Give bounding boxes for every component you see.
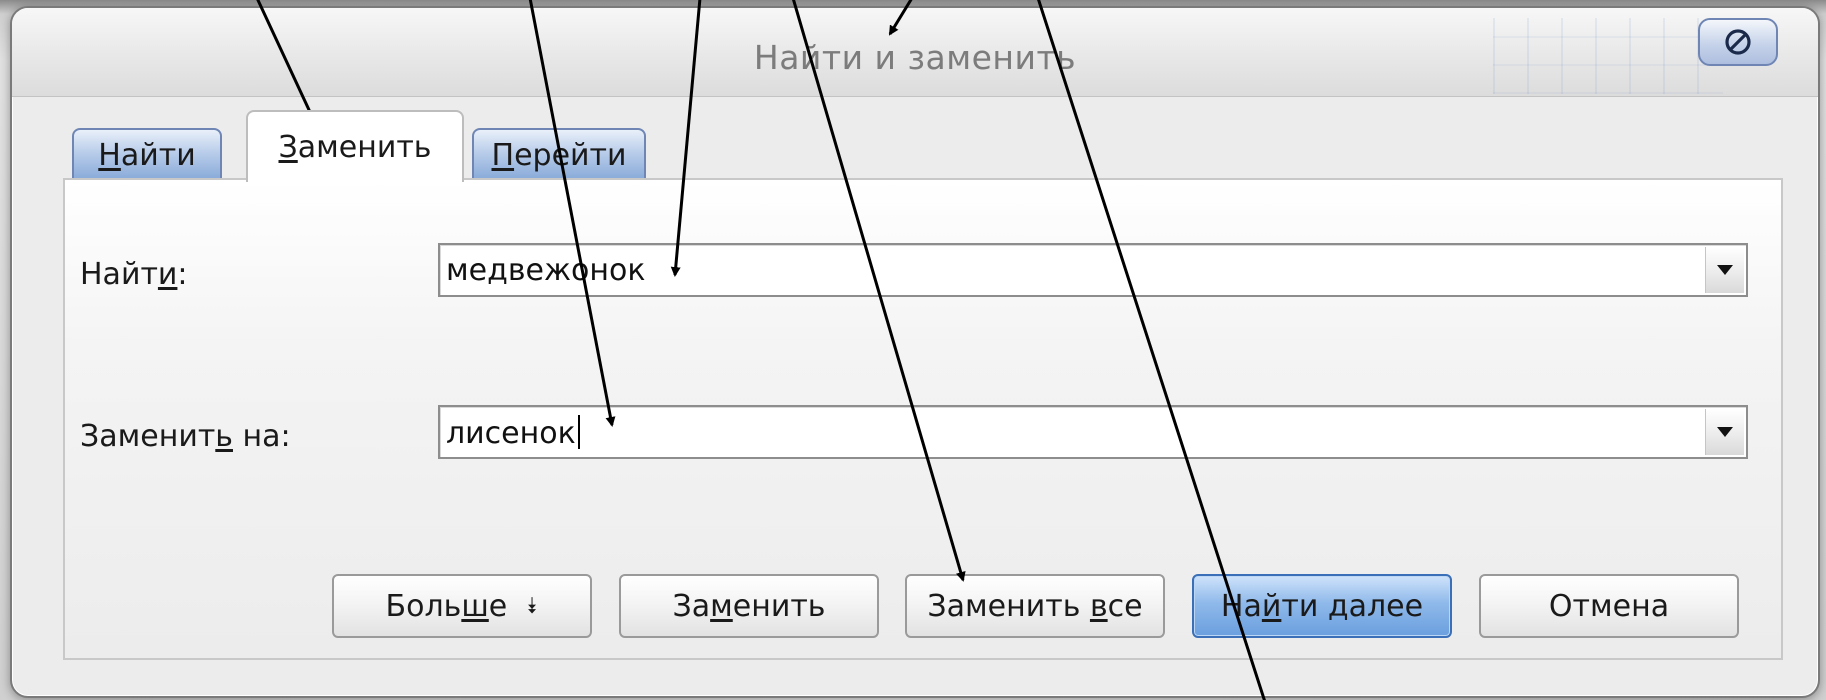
- find-label-colon: :: [177, 257, 188, 292]
- replace-label-suffix: на:: [232, 419, 291, 454]
- close-button[interactable]: [1698, 18, 1778, 66]
- find-next-button-label-end: ти далее: [1281, 588, 1424, 624]
- tab-replace[interactable]: Заменить: [246, 110, 464, 182]
- find-input-value: медвежонок: [446, 253, 646, 288]
- replace-input-value: лисенок: [446, 416, 576, 451]
- more-button-accel: ш: [461, 588, 489, 624]
- more-button-label-end: е: [488, 588, 508, 624]
- double-chevron-down-icon: ⯯: [525, 593, 539, 619]
- replace-label: Заменить на:: [80, 419, 291, 454]
- cancel-button-label: Отмена: [1548, 588, 1670, 624]
- tab-goto-label: ерейти: [514, 137, 627, 173]
- tab-find-label: айти: [120, 137, 196, 173]
- find-input[interactable]: медвежонок: [438, 243, 1748, 297]
- tab-find[interactable]: Найти: [72, 128, 222, 180]
- find-next-button-label: На: [1220, 588, 1262, 624]
- more-button-label: Боль: [385, 588, 462, 624]
- replace-all-button-label: Заменить: [927, 588, 1090, 624]
- replace-all-button-label-end: се: [1107, 588, 1143, 624]
- find-dropdown-button[interactable]: [1705, 247, 1744, 293]
- text-caret: [577, 415, 580, 449]
- find-replace-dialog: Найти и заменить Найти Заменить Перейти …: [10, 6, 1820, 698]
- replace-label-accel: ь: [215, 419, 233, 454]
- find-next-button[interactable]: На й ти далее: [1192, 574, 1452, 638]
- find-label-text: Найт: [80, 257, 158, 292]
- title-bar[interactable]: Найти и заменить: [12, 8, 1818, 97]
- replace-label-text: Заменит: [80, 419, 216, 454]
- tab-replace-accel: З: [278, 129, 298, 165]
- replace-dropdown-button[interactable]: [1705, 409, 1744, 455]
- screen-background: Найти и заменить Найти Заменить Перейти …: [0, 0, 1826, 700]
- tab-replace-label: аменить: [297, 129, 432, 165]
- find-label: Найти:: [80, 257, 188, 292]
- find-next-button-accel: й: [1261, 588, 1282, 624]
- no-entry-icon: [1725, 29, 1751, 55]
- chevron-down-icon: [1717, 265, 1733, 275]
- more-button[interactable]: Боль ш е ⯯: [332, 574, 592, 638]
- tab-goto-accel: П: [491, 137, 515, 173]
- replace-all-button-accel: в: [1089, 588, 1108, 624]
- replace-button-label-end: енить: [732, 588, 826, 624]
- dialog-title: Найти и заменить: [753, 38, 1077, 77]
- find-label-accel: и: [157, 257, 178, 292]
- replace-button[interactable]: За м енить: [619, 574, 879, 638]
- replace-all-button[interactable]: Заменить в се: [905, 574, 1165, 638]
- tab-goto[interactable]: Перейти: [472, 128, 646, 180]
- replace-button-accel: м: [710, 588, 733, 624]
- replace-input-value-wrap: лисенок: [446, 415, 580, 451]
- replace-input[interactable]: лисенок: [438, 405, 1748, 459]
- cancel-button[interactable]: Отмена: [1479, 574, 1739, 638]
- chevron-down-icon: [1717, 427, 1733, 437]
- tab-find-accel: Н: [98, 137, 121, 173]
- replace-button-label: За: [672, 588, 711, 624]
